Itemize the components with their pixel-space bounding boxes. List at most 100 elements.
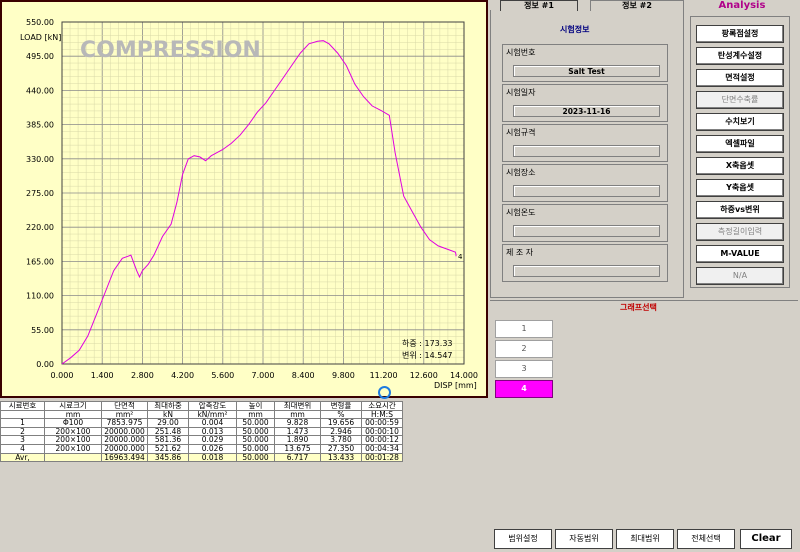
analysis-button-4[interactable]: 수치보기 bbox=[696, 113, 784, 131]
table-cell: 0.004 bbox=[188, 418, 237, 428]
disp-readout: 변위 : 14.547 bbox=[402, 350, 453, 360]
analysis-button-5[interactable]: 엑셀파일 bbox=[696, 135, 784, 153]
table-cell: 4 bbox=[0, 443, 45, 454]
table-cell: 압축강도 bbox=[188, 401, 237, 411]
x-tick-label: 8.400 bbox=[292, 371, 315, 380]
graph-select-button-1[interactable]: 1 bbox=[495, 320, 553, 338]
table-cell: 200×100 bbox=[44, 426, 102, 437]
table-cell: 13.675 bbox=[274, 443, 321, 454]
table-cell: 1 bbox=[0, 418, 45, 428]
table-cell: 00:00:59 bbox=[361, 418, 403, 428]
table-cell: 높이 bbox=[236, 401, 275, 411]
analysis-button-1[interactable]: 탄성계수설정 bbox=[696, 47, 784, 65]
analysis-button-7[interactable]: Y축옵셋 bbox=[696, 179, 784, 197]
table-cell: 50.000 bbox=[236, 443, 275, 454]
table-cell: Avr, bbox=[0, 452, 45, 463]
table-cell: 00:01:28 bbox=[361, 452, 403, 463]
y-tick-label: 385.00 bbox=[26, 121, 54, 130]
bottom-button-3[interactable]: 전체선택 bbox=[677, 529, 735, 549]
info-field-value[interactable]: Salt Test bbox=[513, 65, 660, 77]
y-tick-label: 110.00 bbox=[26, 292, 54, 301]
table-cell: 00:00:10 bbox=[361, 426, 403, 437]
table-cell: 최대변위 bbox=[274, 401, 321, 411]
table-cell: % bbox=[320, 409, 362, 420]
table-row: 3 200×100 20000.000 581.36 0.029 50.000 1.890 3… bbox=[0, 435, 403, 445]
analysis-label: Analysis bbox=[718, 0, 766, 11]
table-row: 1 Φ100 7853.975 29.00 0.004 50.000 9.828 19.656… bbox=[0, 418, 403, 428]
table-cell: 0.018 bbox=[188, 452, 237, 463]
bottom-button-4[interactable]: Clear bbox=[740, 529, 792, 549]
info-field-value[interactable] bbox=[513, 145, 660, 157]
table-cell: 50.000 bbox=[236, 418, 275, 428]
table-cell: 3.780 bbox=[320, 435, 362, 445]
table-cell: 20000.000 bbox=[101, 443, 148, 454]
x-tick-label: 5.600 bbox=[211, 371, 234, 380]
table-row: 2 200×100 20000.000 251.48 0.013 50.000 1.473 2… bbox=[0, 426, 403, 437]
table-cell: 1.890 bbox=[274, 435, 321, 445]
info-field-value[interactable] bbox=[513, 225, 660, 237]
y-tick-label: 495.00 bbox=[26, 52, 54, 61]
info-field-3: 시험장소 bbox=[502, 164, 668, 202]
bottom-button-1[interactable]: 자동범위 bbox=[555, 529, 613, 549]
analysis-button-11[interactable]: N/A bbox=[696, 267, 784, 285]
table-cell: mm bbox=[236, 409, 275, 420]
x-tick-label: 14.000 bbox=[450, 371, 478, 380]
table-cell: 0.029 bbox=[188, 435, 237, 445]
analysis-button-0[interactable]: 팡록점설정 bbox=[696, 25, 784, 43]
table-cell: mm bbox=[274, 409, 321, 420]
graph-select-button-2[interactable]: 2 bbox=[495, 340, 553, 358]
table-cell: 20000.000 bbox=[101, 426, 148, 437]
table-cell: 단면적 bbox=[101, 401, 148, 411]
table-cell: 251.48 bbox=[147, 426, 189, 437]
y-tick-label: 440.00 bbox=[26, 86, 54, 95]
table-cell: 50.000 bbox=[236, 452, 275, 463]
table-cell: 19.656 bbox=[320, 418, 362, 428]
x-tick-label: 0.000 bbox=[51, 371, 74, 380]
table-cell: kN/mm² bbox=[188, 409, 237, 420]
chart-panel[interactable]: 550.00 495.00 440.00 385.00 330.00 275.00 220.… bbox=[0, 0, 488, 398]
info-field-5: 제 조 자 bbox=[502, 244, 668, 282]
analysis-button-3[interactable]: 단면수축률 bbox=[696, 91, 784, 109]
table-cell bbox=[0, 409, 45, 420]
info-field-value[interactable]: 2023-11-16 bbox=[513, 105, 660, 117]
table-row: 4 200×100 20000.000 521.62 0.026 50.000 13.675… bbox=[0, 443, 403, 454]
table-cell: 50.000 bbox=[236, 426, 275, 437]
table-cell: 16963.494 bbox=[101, 452, 148, 463]
table-cell: 0.013 bbox=[188, 426, 237, 437]
table-cell: 시료크기 bbox=[44, 401, 102, 411]
table-units-row: mm mm² kN kN/mm² mm mm% H:M:S bbox=[0, 409, 403, 420]
load-readout: 하중 : 173.33 bbox=[402, 338, 453, 348]
table-cell: 1.473 bbox=[274, 426, 321, 437]
bottom-button-2[interactable]: 최대범위 bbox=[616, 529, 674, 549]
table-cell: 00:04:34 bbox=[361, 443, 403, 454]
load-displacement-chart[interactable]: 550.00 495.00 440.00 385.00 330.00 275.00 220.… bbox=[2, 2, 486, 396]
tab-info-2[interactable]: 정보 #2 bbox=[590, 0, 684, 11]
info-field-label: 제 조 자 bbox=[506, 248, 534, 257]
table-cell: 20000.000 bbox=[101, 435, 148, 445]
x-tick-label: 1.400 bbox=[91, 371, 114, 380]
y-tick-label: 550.00 bbox=[26, 18, 54, 27]
table-cell: 200×100 bbox=[44, 443, 102, 454]
table-cell: mm bbox=[44, 409, 102, 420]
table-cell: 2 bbox=[0, 426, 45, 437]
chart-grid bbox=[61, 21, 465, 365]
analysis-button-10[interactable]: M-VALUE bbox=[696, 245, 784, 263]
info-field-value[interactable] bbox=[513, 185, 660, 197]
bottom-button-0[interactable]: 범위설정 bbox=[494, 529, 552, 549]
graph-select-button-3[interactable]: 3 bbox=[495, 360, 553, 378]
analysis-button-2[interactable]: 면적설정 bbox=[696, 69, 784, 87]
info-field-value[interactable] bbox=[513, 265, 660, 277]
analysis-button-6[interactable]: X축옵셋 bbox=[696, 157, 784, 175]
table-cell: mm² bbox=[101, 409, 148, 420]
table-cell: 소요시간 bbox=[361, 401, 403, 411]
table-cell: H:M:S bbox=[361, 409, 403, 420]
analysis-button-9[interactable]: 측정길이입력 bbox=[696, 223, 784, 241]
x-tick-label: 7.000 bbox=[252, 371, 275, 380]
y-tick-label: 55.00 bbox=[31, 326, 54, 335]
graph-select-button-4[interactable]: 4 bbox=[495, 380, 553, 398]
table-cell: 6.717 bbox=[274, 452, 321, 463]
tab-info-1[interactable]: 정보 #1 bbox=[500, 0, 578, 11]
analysis-button-8[interactable]: 하중vs변위 bbox=[696, 201, 784, 219]
chart-overlay-title: COMPRESSION bbox=[80, 38, 261, 63]
table-cell: 345.86 bbox=[147, 452, 189, 463]
